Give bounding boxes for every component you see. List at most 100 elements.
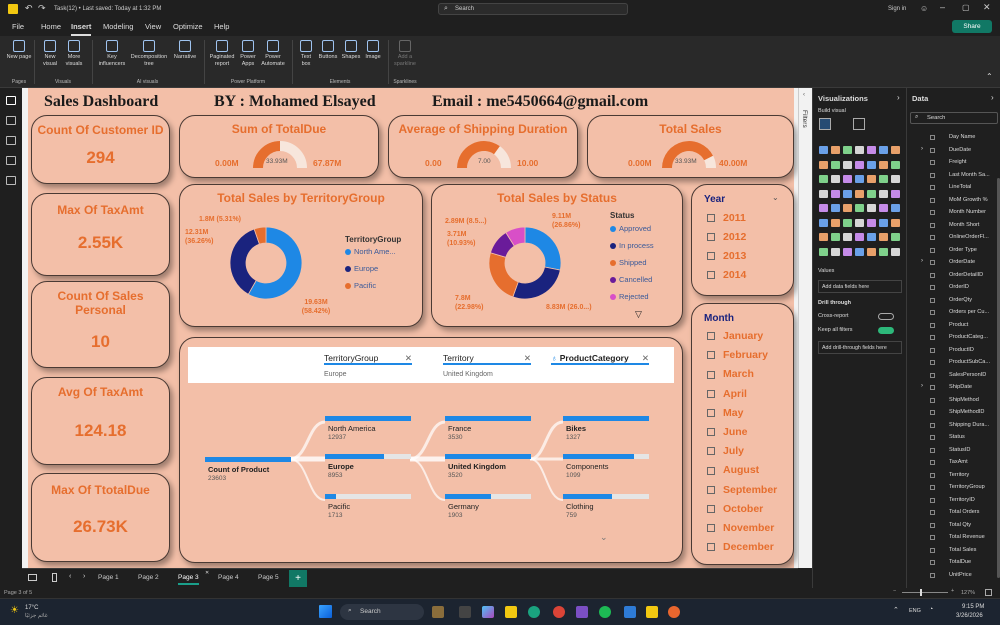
node-bar[interactable] xyxy=(563,416,649,421)
field-item[interactable]: ShipDate xyxy=(949,384,972,390)
field-checkbox[interactable] xyxy=(930,560,935,565)
visual-type-icon[interactable] xyxy=(831,204,840,212)
chevron-down-icon[interactable]: ⌄ xyxy=(772,193,779,202)
chevron-down-icon[interactable]: ⌄ xyxy=(600,532,608,543)
field-item[interactable]: Total Revenue xyxy=(949,534,985,540)
field-item[interactable]: Shipping Dura... xyxy=(949,422,989,428)
kpi-card-sales-personal[interactable]: Count Of Sales Personal 10 xyxy=(31,281,170,368)
tab-page-1[interactable]: Page 1 xyxy=(98,574,119,581)
zoom-thumb[interactable] xyxy=(920,589,922,596)
chrome-icon[interactable] xyxy=(553,606,565,618)
chevron-right-icon[interactable]: › xyxy=(897,93,900,102)
keep-filters-toggle[interactable] xyxy=(878,327,894,334)
legend-item[interactable]: North Ame... xyxy=(345,247,396,256)
visual-type-icon[interactable] xyxy=(843,204,852,212)
field-item[interactable]: OrderDate xyxy=(949,259,975,265)
visual-type-icon[interactable] xyxy=(879,247,888,256)
checkbox[interactable] xyxy=(707,447,715,456)
more-visuals-button[interactable]: More visuals xyxy=(60,40,88,67)
field-checkbox[interactable] xyxy=(930,460,935,465)
slicer-item[interactable]: October xyxy=(707,503,763,515)
visual-type-icon[interactable] xyxy=(879,160,888,169)
visual-type-icon[interactable] xyxy=(891,189,900,198)
field-item[interactable]: ProductID xyxy=(949,347,974,353)
legend-item[interactable]: Rejected xyxy=(610,292,649,301)
field-item[interactable]: ShipMethod xyxy=(949,397,979,403)
desktop-layout-icon[interactable] xyxy=(28,574,37,581)
minimize-button[interactable]: – xyxy=(940,2,945,12)
visual-type-icon[interactable] xyxy=(891,204,900,212)
prev-page-icon[interactable]: ‹ xyxy=(69,573,71,580)
decomposition-tree[interactable]: TerritoryGroup ✕ Europe Territory ✕ United… xyxy=(179,337,683,563)
menu-insert[interactable]: Insert xyxy=(71,22,92,36)
field-checkbox[interactable] xyxy=(930,210,935,215)
shapes-button[interactable]: Shapes xyxy=(340,40,362,61)
node-bar[interactable] xyxy=(325,416,411,421)
visual-type-icon[interactable] xyxy=(843,189,852,198)
checkbox[interactable] xyxy=(707,485,715,494)
field-item[interactable]: MoM Growth % xyxy=(949,197,988,203)
field-item[interactable]: Freight xyxy=(949,159,966,165)
mobile-layout-icon[interactable] xyxy=(52,573,57,582)
field-item[interactable]: ShipMethodID xyxy=(949,409,984,415)
field-checkbox[interactable] xyxy=(930,472,935,478)
field-item[interactable]: Territory xyxy=(949,472,969,478)
clock-time[interactable]: 9:15 PM xyxy=(962,604,984,610)
menu-modeling[interactable]: Modeling xyxy=(103,22,133,31)
legend-item[interactable]: Europe xyxy=(345,264,378,273)
field-checkbox[interactable] xyxy=(930,385,935,390)
visual-type-icon[interactable] xyxy=(879,233,888,241)
node-bar[interactable] xyxy=(563,454,649,459)
visual-type-icon[interactable] xyxy=(867,218,876,227)
field-checkbox[interactable] xyxy=(930,297,935,303)
slicer-item[interactable]: May xyxy=(707,407,743,419)
visual-type-icon[interactable] xyxy=(843,146,852,154)
node-bar[interactable] xyxy=(445,416,531,421)
field-checkbox[interactable] xyxy=(930,322,935,328)
redo-icon[interactable]: ↷ xyxy=(38,3,46,14)
visual-type-icon[interactable] xyxy=(831,189,840,198)
visual-type-icon[interactable] xyxy=(819,204,828,212)
power-automate-button[interactable]: Power Automate xyxy=(258,40,288,67)
field-item[interactable]: Last Month Sa... xyxy=(949,172,990,178)
visual-type-icon[interactable] xyxy=(843,175,852,183)
field-item[interactable]: Orders per Cu... xyxy=(949,309,989,315)
collapse-ribbon-icon[interactable]: ⌃ xyxy=(986,72,993,81)
cross-report-toggle[interactable] xyxy=(878,313,894,320)
language-indicator[interactable]: ENG xyxy=(909,608,921,614)
field-item[interactable]: OrderDetailID xyxy=(949,272,983,278)
visual-type-icon[interactable] xyxy=(819,218,828,227)
weather-icon[interactable]: ☀ xyxy=(10,605,19,616)
node-bar[interactable] xyxy=(325,454,411,459)
visual-type-icon[interactable] xyxy=(855,146,864,154)
field-checkbox[interactable] xyxy=(930,372,935,378)
field-item[interactable]: LineTotal xyxy=(949,184,971,190)
field-item[interactable]: TerritoryID xyxy=(949,497,975,503)
report-view-icon[interactable] xyxy=(6,96,16,105)
kpi-card-avg-taxamt[interactable]: Avg Of TaxAmt 124.18 xyxy=(31,377,170,465)
tab-page-5[interactable]: Page 5 xyxy=(258,574,279,581)
gauge-card-shipping-duration[interactable]: Average of Shipping Duration 0.00 7.00 1… xyxy=(388,115,578,178)
add-page-button[interactable]: + xyxy=(289,570,307,587)
tab-page-4[interactable]: Page 4 xyxy=(218,574,239,581)
field-checkbox[interactable] xyxy=(930,497,935,503)
node-bar[interactable] xyxy=(445,494,531,499)
expand-icon[interactable]: › xyxy=(921,146,923,152)
field-item[interactable]: OnlineOrderFl... xyxy=(949,234,989,240)
checkbox[interactable] xyxy=(707,370,715,379)
checkbox[interactable] xyxy=(707,466,715,475)
start-icon[interactable] xyxy=(319,605,332,618)
menu-view[interactable]: View xyxy=(145,22,161,31)
visual-type-icon[interactable] xyxy=(831,233,840,241)
checkbox[interactable] xyxy=(707,214,715,223)
visual-type-icon[interactable] xyxy=(891,146,900,154)
visual-type-icon[interactable] xyxy=(867,146,876,154)
legend-scroll-icon[interactable]: ▽ xyxy=(635,309,642,320)
tmdl-view-icon[interactable] xyxy=(6,176,16,185)
visual-type-icon[interactable] xyxy=(867,189,876,198)
gauge-card-total-sales[interactable]: Total Sales 0.00M 33.93M 40.00M xyxy=(587,115,794,178)
spotify-icon[interactable] xyxy=(599,606,611,618)
field-checkbox[interactable] xyxy=(930,147,935,153)
field-checkbox[interactable] xyxy=(930,572,935,578)
field-item[interactable]: Status xyxy=(949,434,965,440)
